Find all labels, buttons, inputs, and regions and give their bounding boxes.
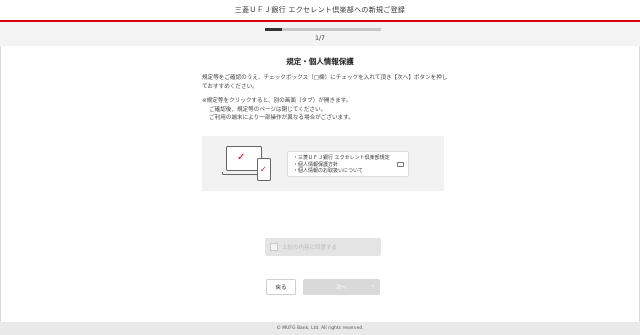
next-button[interactable]: 次へ › (303, 279, 380, 295)
note-line: ご利用の端末により一部操作が異なる場合がございます。 (209, 115, 354, 121)
checkmark-icon: ✓ (260, 165, 267, 174)
note-text: ※規定等をクリックすると、別の画面（タブ）が開きます。 ご確認後、規定等のページ… (202, 97, 452, 123)
agree-label: 上記の内容に同意する (282, 245, 338, 251)
back-button[interactable]: 戻る (266, 279, 296, 295)
agree-checkbox[interactable] (270, 243, 278, 251)
speech-bubble-icon (397, 162, 404, 167)
instruction-text: 規定等をご確認のうえ、チェックボックス（□欄）にチェックを入れて頂き【次へ】ボタ… (202, 75, 448, 90)
back-button-label: 戻る (275, 285, 287, 291)
document-link-rules[interactable]: ・三菱ＵＦＪ銀行 エクセレント倶楽部規定 (293, 155, 403, 162)
footer: © MUFG Bank, Ltd. All rights reserved. (0, 322, 640, 335)
smartphone-icon: ✓ (257, 158, 271, 181)
progress-bar (265, 28, 381, 31)
section-title: 規定・個人情報保護 (286, 57, 354, 66)
header: 三菱ＵＦＪ銀行 エクセレント倶楽部への新規ご登録 (0, 0, 640, 22)
progress-section: 1/7 (0, 22, 640, 46)
documents-panel: ✓ ✓ ・三菱ＵＦＪ銀行 エクセレント倶楽部規定 ・個人情報保護方針 ・個人情報… (202, 136, 444, 191)
header-title: 三菱ＵＦＪ銀行 エクセレント倶楽部への新規ご登録 (234, 6, 406, 14)
chevron-right-icon: › (371, 282, 374, 290)
checkmark-icon: ✓ (237, 152, 246, 163)
note-line: ご確認後、規定等のページは閉じてください。 (209, 106, 327, 113)
progress-label: 1/7 (315, 35, 325, 42)
note-line: ※規定等をクリックすると、別の画面（タブ）が開きます。 (202, 98, 352, 104)
progress-bar-fill (265, 28, 282, 31)
next-button-label: 次へ (335, 285, 347, 291)
documents-card[interactable]: ・三菱ＵＦＪ銀行 エクセレント倶楽部規定 ・個人情報保護方針 ・個人情報のお取扱… (287, 151, 409, 177)
copyright-text: © MUFG Bank, Ltd. All rights reserved. (276, 326, 364, 331)
document-link-privacy-handling[interactable]: ・個人情報のお取扱いについて (293, 168, 403, 175)
agree-checkbox-row[interactable]: 上記の内容に同意する (265, 238, 381, 256)
